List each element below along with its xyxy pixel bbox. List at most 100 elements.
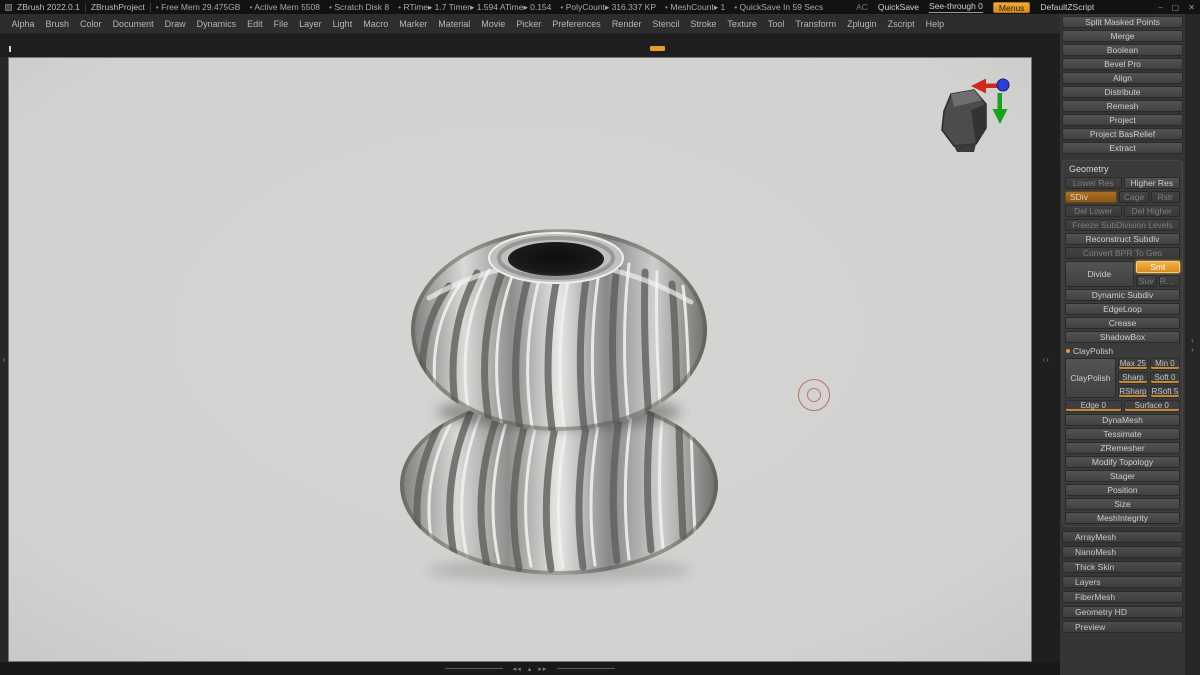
menu-item[interactable]: Document <box>107 17 159 31</box>
default-zscript-button[interactable]: DefaultZScript <box>1040 2 1094 12</box>
scrollbar-track-right[interactable] <box>557 668 616 669</box>
menu-item[interactable]: Alpha <box>6 17 40 31</box>
menu-item[interactable]: Layer <box>294 17 328 31</box>
sdiv-slider[interactable]: SDiv <box>1065 191 1118 203</box>
reuv-button[interactable]: ReUV <box>1158 275 1180 287</box>
scroll-center-icon[interactable]: ▴ <box>528 665 533 673</box>
tray-open-left-icon[interactable]: ‹ <box>3 355 6 364</box>
menu-item[interactable]: Zscript <box>882 17 920 31</box>
menu-item[interactable]: Texture <box>722 17 763 31</box>
geometry-header[interactable]: Geometry <box>1065 163 1180 175</box>
tray-arrow-left-icon[interactable]: ‹ <box>1191 336 1194 345</box>
crease-button[interactable]: Crease <box>1065 317 1180 329</box>
quicksave-button[interactable]: QuickSave <box>878 2 919 12</box>
position-button[interactable]: Position <box>1065 484 1180 496</box>
shadowbox-button[interactable]: ShadowBox <box>1065 331 1180 343</box>
menu-item[interactable]: Edit <box>242 17 269 31</box>
suv-button[interactable]: Suv <box>1135 275 1157 287</box>
minimize-icon[interactable]: – <box>1158 3 1162 12</box>
panel-button[interactable]: Bevel Pro <box>1062 58 1183 70</box>
menu-item[interactable]: Preferences <box>547 17 607 31</box>
document-canvas[interactable] <box>8 57 1032 662</box>
panel-button[interactable]: Extract <box>1062 142 1183 154</box>
menus-button[interactable]: Menus <box>992 1 1031 13</box>
rstr-button[interactable]: Rstr <box>1150 191 1180 203</box>
maximize-icon[interactable]: ▢ <box>1172 3 1180 12</box>
claypolish-soft-slider[interactable]: Soft 0 <box>1149 372 1180 384</box>
menu-item[interactable]: Dynamics <box>191 17 242 31</box>
menu-item[interactable]: File <box>268 17 294 31</box>
menu-item[interactable]: Tool <box>762 17 790 31</box>
edge-slider[interactable]: Edge 0 <box>1065 400 1122 412</box>
dynamic-subdiv-button[interactable]: Dynamic Subdiv <box>1065 289 1180 301</box>
menu-item[interactable]: Material <box>433 17 476 31</box>
subpalette-header[interactable]: Thick Skin <box>1062 561 1183 573</box>
panel-button[interactable]: Project <box>1062 114 1183 126</box>
edgeloop-button[interactable]: EdgeLoop <box>1065 303 1180 315</box>
menu-item[interactable]: Render <box>606 17 647 31</box>
shelf-drag-handle[interactable] <box>650 46 665 51</box>
menu-item[interactable]: Draw <box>159 17 191 31</box>
subpalette-header[interactable]: FiberMesh <box>1062 591 1183 603</box>
del-higher-button[interactable]: Del Higher <box>1123 205 1180 217</box>
claypolish-button[interactable]: ClayPolish <box>1065 358 1116 398</box>
claypolish-header[interactable]: ClayPolish <box>1066 345 1180 356</box>
panel-button[interactable]: Remesh <box>1062 100 1183 112</box>
tray-arrow-right-icon[interactable]: › <box>1191 345 1194 354</box>
menu-item[interactable]: Light <box>327 17 358 31</box>
menu-item[interactable]: Movie <box>476 17 511 31</box>
menu-item[interactable]: Zplugin <box>842 17 883 31</box>
scrollbar-track-left[interactable] <box>444 668 503 669</box>
panel-button[interactable]: Distribute <box>1062 86 1183 98</box>
claypolish-rsoft-slider[interactable]: RSoft 5 <box>1149 386 1180 398</box>
see-through-slider[interactable]: See-through 0 <box>929 1 983 13</box>
right-tray-divider[interactable]: ‹ › <box>1185 14 1200 675</box>
tessimate-button[interactable]: Tessimate <box>1065 428 1180 440</box>
divider-arrows-icon[interactable]: ‹› <box>1042 355 1049 364</box>
claypolish-max-slider[interactable]: Max 25 <box>1117 358 1148 370</box>
convert-bpr-button[interactable]: Convert BPR To Geo <box>1065 247 1180 259</box>
meshintegrity-button[interactable]: MeshIntegrity <box>1065 512 1180 524</box>
scroll-left-icon[interactable]: ◂◂ <box>513 665 522 673</box>
del-lower-button[interactable]: Del Lower <box>1065 205 1122 217</box>
panel-button[interactable]: Project BasRelief <box>1062 128 1183 140</box>
divide-button[interactable]: Divide <box>1065 261 1134 287</box>
higher-res-button[interactable]: Higher Res <box>1123 177 1180 189</box>
size-button[interactable]: Size <box>1065 498 1180 510</box>
menu-item[interactable]: Color <box>75 17 108 31</box>
left-tray-divider[interactable]: ‹ <box>0 57 8 662</box>
dynamesh-button[interactable]: DynaMesh <box>1065 414 1180 426</box>
panel-button[interactable]: Merge <box>1062 30 1183 42</box>
freeze-subdivision-button[interactable]: Freeze SubDivision Levels <box>1065 219 1180 231</box>
subpalette-header[interactable]: Geometry HD <box>1062 606 1183 618</box>
subpalette-header[interactable]: Layers <box>1062 576 1183 588</box>
panel-button[interactable]: Align <box>1062 72 1183 84</box>
menu-item[interactable]: Transform <box>790 17 842 31</box>
lower-res-button[interactable]: Lower Res <box>1065 177 1122 189</box>
scroll-right-icon[interactable]: ▸▸ <box>538 665 547 673</box>
claypolish-rsharp-slider[interactable]: RSharp <box>1117 386 1148 398</box>
subpalette-header[interactable]: Preview <box>1062 621 1183 633</box>
menu-item[interactable]: Brush <box>40 17 75 31</box>
menu-item[interactable]: Stroke <box>685 17 722 31</box>
menu-item[interactable]: Help <box>920 17 950 31</box>
claypolish-sharp-slider[interactable]: Sharp <box>1117 372 1148 384</box>
zremesher-button[interactable]: ZRemesher <box>1065 442 1180 454</box>
subpalette-header[interactable]: NanoMesh <box>1062 546 1183 558</box>
panel-button[interactable]: Boolean <box>1062 44 1183 56</box>
surface-slider[interactable]: Surface 0 <box>1123 400 1180 412</box>
menu-item[interactable]: Stencil <box>647 17 685 31</box>
claypolish-min-slider[interactable]: Min 0 <box>1149 358 1180 370</box>
camera-gizmo[interactable] <box>924 66 1014 158</box>
cage-button[interactable]: Cage <box>1119 191 1149 203</box>
stager-button[interactable]: Stager <box>1065 470 1180 482</box>
menu-item[interactable]: Macro <box>358 17 394 31</box>
subpalette-header[interactable]: ArrayMesh <box>1062 531 1183 543</box>
panel-button[interactable]: Split Masked Points <box>1062 16 1183 28</box>
menu-item[interactable]: Marker <box>394 17 433 31</box>
reconstruct-subdiv-button[interactable]: Reconstruct Subdiv <box>1065 233 1180 245</box>
close-icon[interactable]: ✕ <box>1188 3 1195 12</box>
menu-item[interactable]: Picker <box>511 17 547 31</box>
smt-toggle[interactable]: Smt <box>1135 261 1180 273</box>
canvas-panel-divider[interactable]: ‹› <box>1032 57 1060 662</box>
